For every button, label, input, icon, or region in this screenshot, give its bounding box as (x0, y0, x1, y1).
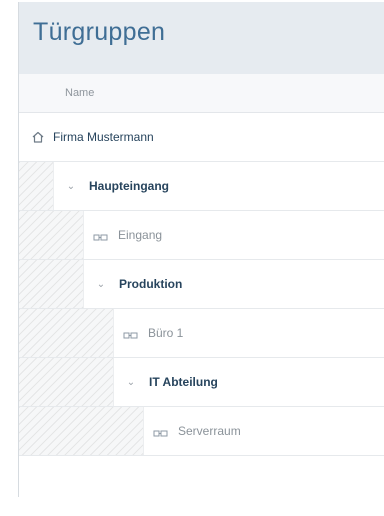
tree-row-haupteingang[interactable]: ⌄ Haupteingang (19, 162, 384, 211)
indent-hatch (19, 162, 54, 210)
tree-row-label: IT Abteilung (149, 375, 218, 389)
tree-row-eingang[interactable]: Eingang (19, 211, 384, 260)
door-icon (93, 230, 109, 241)
indent-hatch (19, 211, 84, 259)
door-icon (153, 426, 169, 437)
indent-hatch (19, 260, 84, 308)
tree-row-firma-mustermann[interactable]: Firma Mustermann (19, 113, 384, 162)
column-header-row: Name (19, 74, 384, 113)
column-header-name[interactable]: Name (65, 87, 94, 99)
door-icon (123, 328, 139, 339)
empty-area (19, 456, 384, 516)
page-header: Türgruppen (19, 2, 384, 74)
door-groups-panel: Türgruppen Name Firma Mustermann ⌄ Haupt… (18, 2, 384, 497)
tree-row-it-abteilung[interactable]: ⌄ IT Abteilung (19, 358, 384, 407)
indent-hatch (19, 358, 114, 406)
page-title: Türgruppen (33, 18, 166, 46)
tree-row-produktion[interactable]: ⌄ Produktion (19, 260, 384, 309)
indent-hatch (19, 309, 114, 357)
tree-row-label: Büro 1 (148, 326, 184, 340)
tree-row-label: Eingang (118, 228, 163, 242)
home-icon (31, 130, 45, 144)
tree-row-label: Produktion (119, 277, 183, 291)
door-group-tree: Firma Mustermann ⌄ Haupteingang Eingang … (19, 113, 384, 456)
chevron-down-icon[interactable]: ⌄ (93, 279, 109, 290)
tree-row-label: Haupteingang (89, 179, 169, 193)
tree-row-label: Firma Mustermann (53, 130, 154, 144)
chevron-down-icon[interactable]: ⌄ (63, 181, 79, 192)
tree-row-label: Serverraum (178, 424, 241, 438)
chevron-down-icon[interactable]: ⌄ (123, 377, 139, 388)
indent-hatch (19, 407, 144, 455)
tree-row-buero-1[interactable]: Büro 1 (19, 309, 384, 358)
tree-row-serverraum[interactable]: Serverraum (19, 407, 384, 456)
